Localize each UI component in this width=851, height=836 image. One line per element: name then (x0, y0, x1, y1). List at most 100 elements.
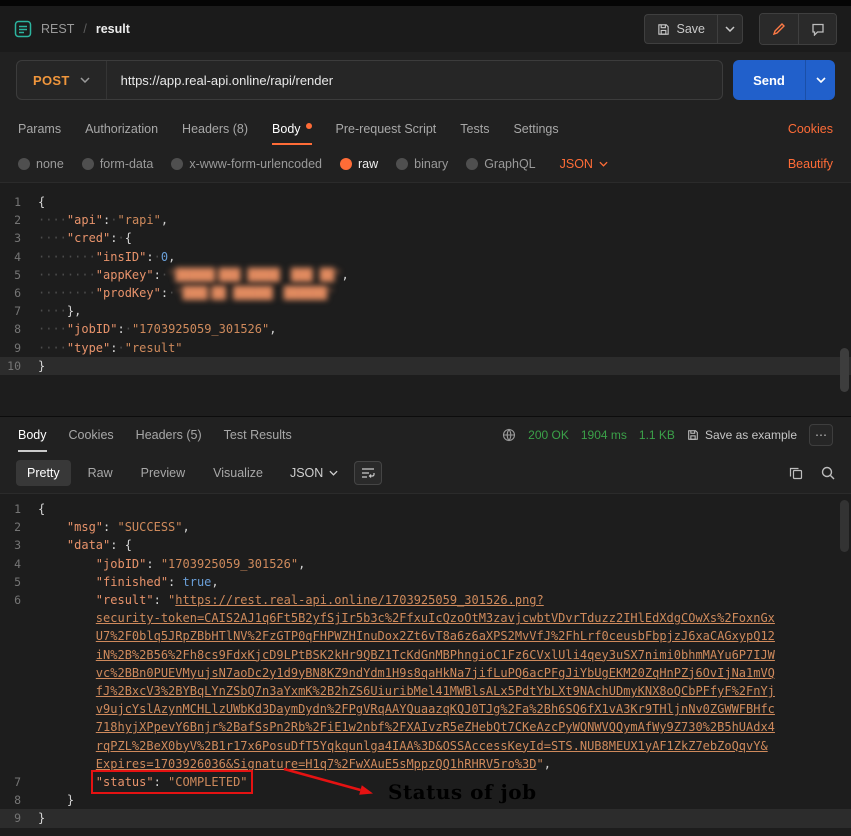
result-url-link[interactable]: fJ%2BxcV3%2BYBqLYnZSbQ7n3aYxmK%2B2hZS6Ui… (96, 684, 775, 698)
send-button[interactable]: Send (733, 60, 805, 100)
result-url-link[interactable]: vc%2BBn0PUEVMyujsN7aoDc2y1d9yBN8KZ9ndYdm… (96, 666, 775, 680)
code-line[interactable]: 6········"prodKey":·"███▌██ █████▌ █████… (0, 284, 851, 302)
code-token (38, 739, 96, 753)
code-line[interactable]: 5 "finished": true, (0, 573, 851, 591)
code-line[interactable]: 8····"jobID":·"1703925059_301526", (0, 320, 851, 338)
beautify-link[interactable]: Beautify (788, 157, 833, 171)
tab-params[interactable]: Params (18, 114, 61, 145)
code-line[interactable]: 718hyjXPpevY6Bnjr%2BafSsPn2Rb%2FiE1w2nbf… (0, 718, 851, 736)
code-line[interactable]: 5········"appKey":·"█████▌███ ████▌ ███ … (0, 266, 851, 284)
code-line[interactable]: 9····"type":·"result" (0, 339, 851, 357)
code-token: "jobID" (96, 557, 147, 571)
body-type-none[interactable]: none (18, 157, 64, 171)
radio-icon-selected (340, 158, 352, 170)
result-url-link[interactable]: iN%2B%2B56%2Fh8cs9FdxKjcD9LPtBSK2kHr9QBZ… (96, 648, 775, 662)
response-editor-scrollbar[interactable] (840, 500, 849, 552)
view-tab-visualize[interactable]: Visualize (202, 460, 274, 486)
result-url-link[interactable]: rqPZL%2BeX0byV%2B1r17x6PosuDfT5Yqkqunlga… (96, 739, 768, 753)
cookies-link[interactable]: Cookies (788, 122, 833, 136)
radio-icon (396, 158, 408, 170)
tab-pre-request-script[interactable]: Pre-request Script (336, 114, 437, 145)
result-url-link[interactable]: U7%2F0blq5JRpZBbHTlNV%2FzGTP0qFHPWZHInuD… (96, 629, 775, 643)
line-number: 2 (0, 518, 38, 536)
code-line[interactable]: 2····"api":·"rapi", (0, 211, 851, 229)
response-tab-cookies[interactable]: Cookies (69, 419, 114, 452)
code-line[interactable]: Expires=1703926036&Signature=H1q7%2FwXAu… (0, 755, 851, 773)
response-language-selector[interactable]: JSON (290, 466, 338, 480)
code-line-content: ····"type":·"result" (38, 339, 851, 357)
send-dropdown-button[interactable] (805, 60, 835, 100)
breadcrumb-collection[interactable]: REST (41, 22, 74, 36)
code-token (38, 538, 67, 552)
code-token: } (38, 811, 45, 825)
code-line[interactable]: 4········"insID":·0, (0, 248, 851, 266)
code-line[interactable]: 3 "data": { (0, 536, 851, 554)
save-dropdown-button[interactable] (717, 14, 743, 44)
code-line[interactable]: U7%2F0blq5JRpZBbHTlNV%2FzGTP0qFHPWZHInuD… (0, 627, 851, 645)
body-type-urlencoded[interactable]: x-www-form-urlencoded (171, 157, 322, 171)
line-number (0, 737, 38, 755)
code-line[interactable]: security-token=CAIS2AJ1q6Ft5B2yfSjIr5b3c… (0, 609, 851, 627)
response-tab-headers[interactable]: Headers (5) (136, 419, 202, 452)
code-line[interactable]: v9ujcYslAzynMCHLlzUWbKd3DaymDydn%2FPgVRq… (0, 700, 851, 718)
code-line[interactable]: 9} (0, 809, 851, 827)
body-type-binary[interactable]: binary (396, 157, 448, 171)
code-line[interactable]: rqPZL%2BeX0byV%2B1r17x6PosuDfT5Yqkqunlga… (0, 737, 851, 755)
result-url-link[interactable]: security-token=CAIS2AJ1q6Ft5B2yfSjIr5b3c… (96, 611, 775, 625)
response-tab-body[interactable]: Body (18, 419, 47, 452)
response-body-editor[interactable]: 1{2 "msg": "SUCCESS",3 "data": {4 "jobID… (0, 493, 851, 836)
wrap-lines-button[interactable] (354, 461, 382, 485)
code-line[interactable]: iN%2B%2B56%2Fh8cs9FdxKjcD9LPtBSK2kHr9QBZ… (0, 646, 851, 664)
code-line[interactable]: 2 "msg": "SUCCESS", (0, 518, 851, 536)
line-number (0, 755, 38, 773)
code-token: "api" (67, 213, 103, 227)
line-number (0, 664, 38, 682)
tab-headers[interactable]: Headers (8) (182, 114, 248, 145)
tab-settings[interactable]: Settings (513, 114, 558, 145)
result-url-link[interactable]: Expires=1703926036&Signature=H1q7%2FwXAu… (96, 757, 537, 771)
breadcrumb-request-name[interactable]: result (96, 22, 130, 36)
code-line[interactable]: 3····"cred":·{ (0, 229, 851, 247)
code-token: { (125, 538, 132, 552)
request-editor-scrollbar[interactable] (840, 348, 849, 392)
tab-authorization[interactable]: Authorization (85, 114, 158, 145)
tab-body[interactable]: Body (272, 114, 312, 145)
code-line[interactable]: 6 "result": "https://rest.real-api.onlin… (0, 591, 851, 609)
body-type-raw[interactable]: raw (340, 157, 378, 171)
code-token: : (146, 557, 160, 571)
code-token: : (110, 538, 124, 552)
comments-button[interactable] (798, 14, 836, 44)
result-url-link[interactable]: 718hyjXPpevY6Bnjr%2BafSsPn2Rb%2FiE1w2nbf… (96, 720, 775, 734)
breadcrumb-separator: / (83, 22, 86, 36)
method-selector[interactable]: POST (17, 61, 107, 99)
more-options-button[interactable]: ⋯ (809, 424, 833, 446)
edit-request-button[interactable] (760, 14, 798, 44)
body-type-form-data[interactable]: form-data (82, 157, 154, 171)
view-tab-preview[interactable]: Preview (130, 460, 196, 486)
view-tab-pretty[interactable]: Pretty (16, 460, 71, 486)
code-token: ···· (38, 322, 67, 336)
url-input[interactable]: https://app.real-api.online/rapi/render (107, 73, 722, 88)
request-body-editor[interactable]: 1{2····"api":·"rapi",3····"cred":·{4····… (0, 182, 851, 416)
body-type-graphql[interactable]: GraphQL (466, 157, 535, 171)
result-url-link[interactable]: v9ujcYslAzynMCHLlzUWbKd3DaymDydn%2FPgVRq… (96, 702, 775, 716)
save-button[interactable]: Save (644, 14, 718, 44)
view-tab-raw[interactable]: Raw (77, 460, 124, 486)
code-line[interactable]: 4 "jobID": "1703925059_301526", (0, 555, 851, 573)
result-url-link[interactable]: https://rest.real-api.online/1703925059_… (175, 593, 543, 607)
search-button[interactable] (821, 466, 835, 480)
response-tab-test-results[interactable]: Test Results (224, 419, 292, 452)
network-globe-icon[interactable] (502, 428, 516, 442)
line-number: 2 (0, 211, 38, 229)
copy-button[interactable] (789, 466, 803, 480)
code-line[interactable]: 1{ (0, 193, 851, 211)
code-line[interactable]: vc%2BBn0PUEVMyujsN7aoDc2y1d9yBN8KZ9ndYdm… (0, 664, 851, 682)
code-line[interactable]: fJ%2BxcV3%2BYBqLYnZSbQ7n3aYxmK%2B2hZS6Ui… (0, 682, 851, 700)
save-as-example-button[interactable]: Save as example (687, 428, 797, 442)
code-line[interactable]: 7····}, (0, 302, 851, 320)
code-token: · (118, 231, 125, 245)
raw-language-selector[interactable]: JSON (560, 157, 608, 171)
tab-tests[interactable]: Tests (460, 114, 489, 145)
code-line[interactable]: 1{ (0, 500, 851, 518)
code-line[interactable]: 10} (0, 357, 851, 375)
